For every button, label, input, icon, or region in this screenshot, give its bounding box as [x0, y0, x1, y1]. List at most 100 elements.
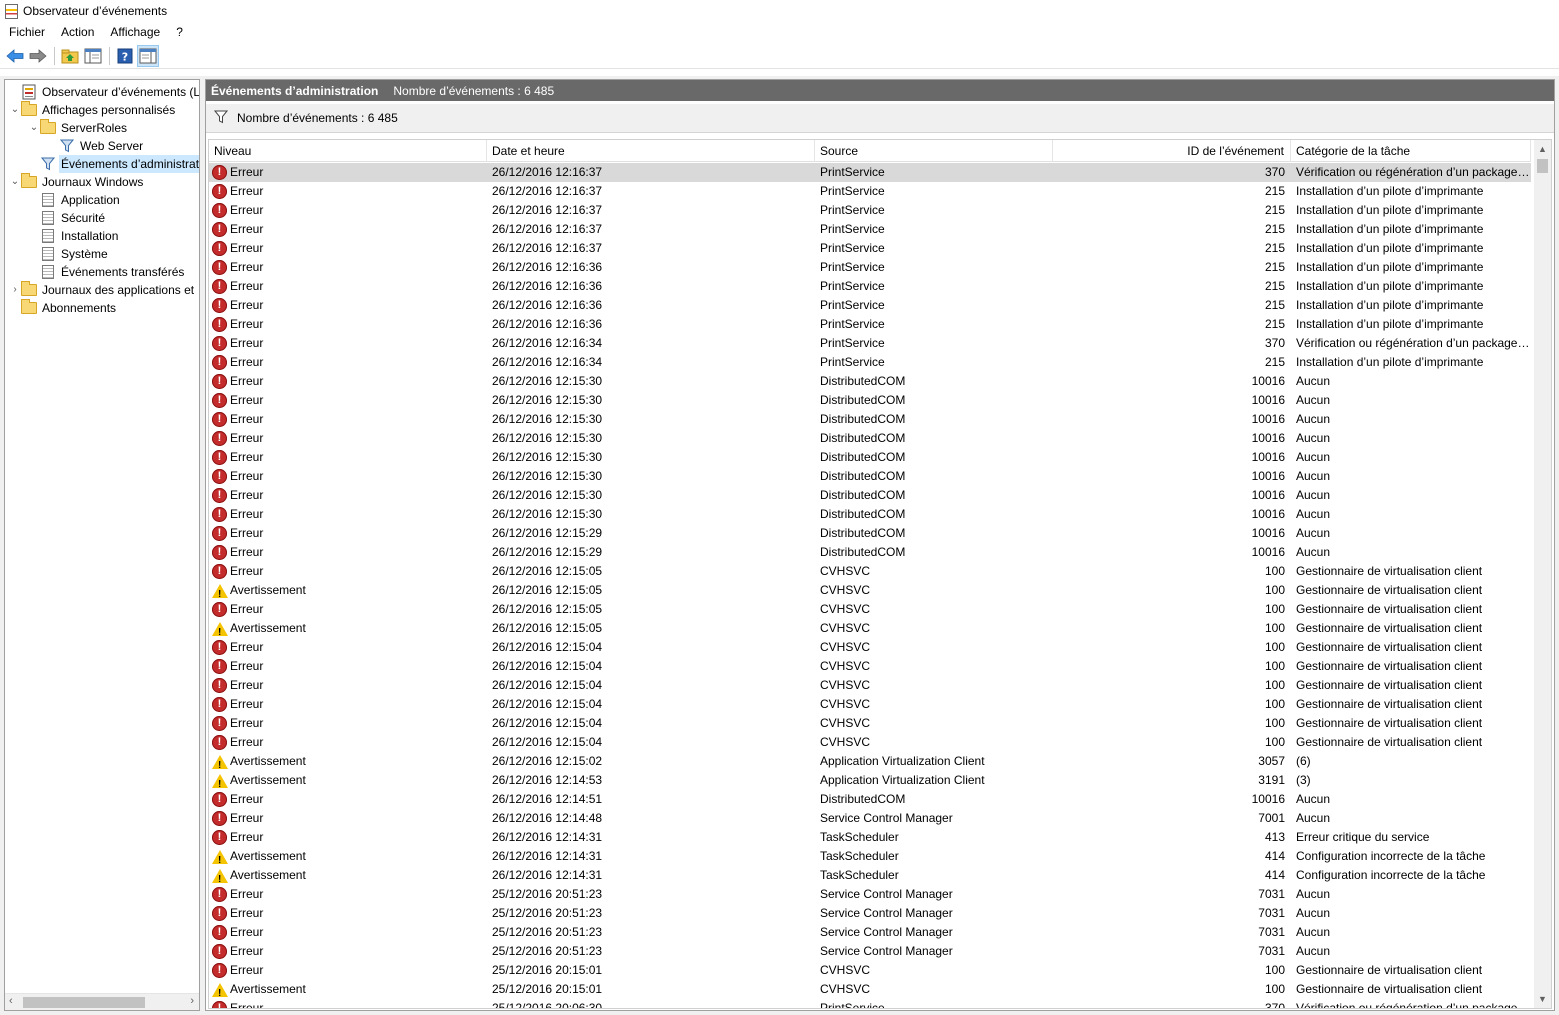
cell-source: Service Control Manager — [820, 925, 953, 939]
table-row[interactable]: ! Erreur 25/12/2016 20:06:30 PrintService 37… — [209, 999, 1531, 1008]
table-row[interactable]: ! Erreur 26/12/2016 12:16:36 PrintService 21… — [209, 315, 1531, 334]
forward-arrow-icon[interactable] — [27, 45, 49, 67]
tree-item[interactable]: Observateur d’événements (Local) — [9, 83, 200, 101]
table-row[interactable]: Avertissement 26/12/2016 12:15:02 Applicat… — [209, 752, 1531, 771]
table-row[interactable]: ! Erreur 25/12/2016 20:51:23 Service Contro… — [209, 923, 1531, 942]
table-row[interactable]: ! Erreur 26/12/2016 12:15:30 DistributedCOM… — [209, 448, 1531, 467]
table-row[interactable]: ! Erreur 26/12/2016 12:14:51 DistributedCOM… — [209, 790, 1531, 809]
column-header-task-category[interactable]: Catégorie de la tâche — [1291, 140, 1531, 162]
table-row[interactable]: ! Erreur 26/12/2016 12:16:37 PrintService 21… — [209, 239, 1531, 258]
table-row[interactable]: Avertissement 26/12/2016 12:15:05 CVHSVC 10… — [209, 619, 1531, 638]
cell-level: ! Erreur — [209, 524, 487, 543]
tree-item[interactable]: ⌄ Journaux Windows — [9, 173, 145, 191]
tree-item-label: Observateur d’événements (Local) — [42, 85, 200, 99]
scroll-thumb[interactable] — [23, 997, 145, 1008]
table-row[interactable]: ! Erreur 26/12/2016 12:16:37 PrintService 21… — [209, 182, 1531, 201]
cell-task-category: Aucun — [1296, 925, 1331, 939]
cell-event-id: 100 — [1264, 621, 1285, 635]
scroll-right-icon[interactable]: › — [190, 995, 194, 1007]
table-row[interactable]: ! Erreur 26/12/2016 12:14:48 Service Contro… — [209, 809, 1531, 828]
table-row[interactable]: ! Erreur 26/12/2016 12:15:30 DistributedCOM… — [209, 410, 1531, 429]
table-row[interactable]: Avertissement 25/12/2016 20:15:01 CVHSVC 10… — [209, 980, 1531, 999]
scroll-left-icon[interactable]: ‹ — [9, 995, 13, 1007]
level-label: Avertissement — [230, 868, 306, 882]
table-row[interactable]: Avertissement 26/12/2016 12:14:31 TaskSche… — [209, 847, 1531, 866]
tree-item[interactable]: Installation — [28, 227, 120, 245]
tree-item[interactable]: Application — [28, 191, 122, 209]
tree-item[interactable]: › Journaux des applications et — [9, 281, 196, 299]
table-row[interactable]: ! Erreur 26/12/2016 12:15:05 CVHSVC 100 Gesti… — [209, 600, 1531, 619]
table-row[interactable]: ! Erreur 26/12/2016 12:15:30 DistributedCOM… — [209, 467, 1531, 486]
cell-datetime: 26/12/2016 12:14:53 — [492, 773, 603, 787]
menu-action[interactable]: Action — [53, 22, 102, 43]
table-row[interactable]: ! Erreur 26/12/2016 12:15:30 DistributedCOM… — [209, 505, 1531, 524]
tree-item[interactable]: Sécurité — [28, 209, 107, 227]
table-row[interactable]: ! Erreur 26/12/2016 12:15:30 DistributedCOM… — [209, 486, 1531, 505]
tree-item[interactable]: Événements transférés — [28, 263, 186, 281]
table-row[interactable]: ! Erreur 26/12/2016 12:16:36 PrintService 21… — [209, 277, 1531, 296]
filter-icon[interactable] — [213, 110, 229, 127]
scroll-down-icon[interactable]: ▼ — [1538, 994, 1547, 1004]
table-row[interactable]: ! Erreur 26/12/2016 12:15:04 CVHSVC 100 Gesti… — [209, 695, 1531, 714]
table-row[interactable]: ! Erreur 26/12/2016 12:15:04 CVHSVC 100 Gesti… — [209, 733, 1531, 752]
table-row[interactable]: ! Erreur 26/12/2016 12:15:29 DistributedCOM… — [209, 524, 1531, 543]
help-icon[interactable]: ? — [114, 45, 136, 67]
table-row[interactable]: ! Erreur 26/12/2016 12:16:37 PrintService 21… — [209, 220, 1531, 239]
expand-chevron-icon[interactable]: ⌄ — [28, 119, 40, 137]
error-icon: ! — [212, 564, 227, 579]
table-row[interactable]: ! Erreur 26/12/2016 12:15:04 CVHSVC 100 Gesti… — [209, 657, 1531, 676]
table-row[interactable]: ! Erreur 26/12/2016 12:16:37 PrintService 21… — [209, 201, 1531, 220]
menu-help[interactable]: ? — [168, 22, 191, 43]
scroll-up-icon[interactable]: ▲ — [1538, 144, 1547, 154]
folder-up-icon[interactable] — [59, 45, 81, 67]
table-row[interactable]: ! Erreur 26/12/2016 12:15:05 CVHSVC 100 Gesti… — [209, 562, 1531, 581]
table-row[interactable]: ! Erreur 26/12/2016 12:15:04 CVHSVC 100 Gesti… — [209, 714, 1531, 733]
table-row[interactable]: ! Erreur 26/12/2016 12:15:29 DistributedCOM… — [209, 543, 1531, 562]
table-row[interactable]: ! Erreur 26/12/2016 12:15:04 CVHSVC 100 Gesti… — [209, 638, 1531, 657]
table-row[interactable]: ! Erreur 26/12/2016 12:16:34 PrintService 21… — [209, 353, 1531, 372]
table-row[interactable]: ! Erreur 25/12/2016 20:51:23 Service Contro… — [209, 942, 1531, 961]
level-label: Erreur — [230, 317, 264, 331]
column-header-datetime[interactable]: Date et heure — [487, 140, 815, 162]
table-row[interactable]: ! Erreur 26/12/2016 12:16:36 PrintService 21… — [209, 258, 1531, 277]
table-row[interactable]: ! Erreur 25/12/2016 20:51:23 Service Contro… — [209, 904, 1531, 923]
table-row[interactable]: ! Erreur 26/12/2016 12:16:34 PrintService 37… — [209, 334, 1531, 353]
cell-event-id: 10016 — [1251, 469, 1285, 483]
show-hide-tree-icon[interactable] — [82, 45, 104, 67]
tree-item[interactable]: ⌄ Affichages personnalisés — [9, 101, 177, 119]
table-row[interactable]: ! Erreur 26/12/2016 12:16:37 PrintService 37… — [209, 163, 1531, 182]
table-row[interactable]: ! Erreur 25/12/2016 20:15:01 CVHSVC 100 Gesti… — [209, 961, 1531, 980]
table-row[interactable]: ! Erreur 26/12/2016 12:14:31 TaskScheduler 4… — [209, 828, 1531, 847]
table-row[interactable]: ! Erreur 25/12/2016 20:51:23 Service Contro… — [209, 885, 1531, 904]
table-row[interactable]: ! Erreur 26/12/2016 12:15:30 DistributedCOM… — [209, 372, 1531, 391]
expand-chevron-icon[interactable]: › — [9, 281, 21, 299]
tree-item[interactable]: Abonnements — [9, 299, 118, 317]
tree-item[interactable]: ⌄ ServerRoles — [28, 119, 129, 137]
expand-chevron-icon[interactable]: ⌄ — [9, 173, 21, 191]
column-header-source[interactable]: Source — [815, 140, 1053, 162]
tree-horizontal-scrollbar[interactable]: ‹ › — [5, 993, 199, 1010]
table-vertical-scrollbar[interactable]: ▲ ▼ — [1534, 140, 1551, 1008]
table-row[interactable]: ! Erreur 26/12/2016 12:15:30 DistributedCOM… — [209, 429, 1531, 448]
scroll-thumb[interactable] — [1537, 159, 1548, 173]
column-header-level[interactable]: Niveau — [209, 140, 487, 162]
table-row[interactable]: Avertissement 26/12/2016 12:15:05 CVHSVC 10… — [209, 581, 1531, 600]
tree-item[interactable]: Web Server — [47, 137, 145, 155]
event-viewer-icon — [21, 84, 37, 100]
cell-datetime: 26/12/2016 12:15:04 — [492, 735, 603, 749]
tree-item[interactable]: Système — [28, 245, 110, 263]
show-action-pane-icon[interactable] — [137, 44, 159, 67]
table-row[interactable]: ! Erreur 26/12/2016 12:15:04 CVHSVC 100 Gesti… — [209, 676, 1531, 695]
table-row[interactable]: ! Erreur 26/12/2016 12:15:30 DistributedCOM… — [209, 391, 1531, 410]
error-icon: ! — [212, 203, 227, 218]
expand-chevron-icon[interactable]: ⌄ — [9, 101, 21, 119]
menu-fichier[interactable]: Fichier — [0, 22, 53, 43]
table-row[interactable]: Avertissement 26/12/2016 12:14:31 TaskSche… — [209, 866, 1531, 885]
tree-item[interactable]: Événements d’administration — [28, 155, 199, 173]
column-header-event-id[interactable]: ID de l’événement — [1053, 140, 1291, 162]
table-row[interactable]: Avertissement 26/12/2016 12:14:53 Applicat… — [209, 771, 1531, 790]
level-label: Avertissement — [230, 621, 306, 635]
menu-affichage[interactable]: Affichage — [102, 22, 168, 43]
back-arrow-icon[interactable] — [4, 45, 26, 67]
table-row[interactable]: ! Erreur 26/12/2016 12:16:36 PrintService 21… — [209, 296, 1531, 315]
